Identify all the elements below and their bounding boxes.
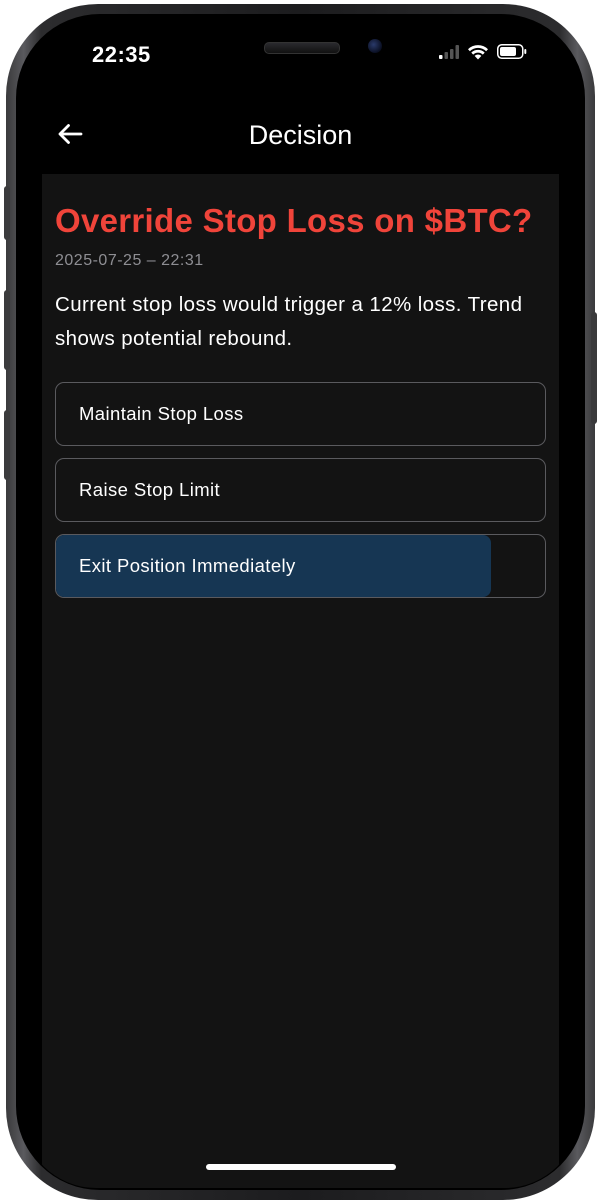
- home-indicator[interactable]: [206, 1164, 396, 1170]
- volume-down-button: [4, 410, 10, 480]
- decision-content: Override Stop Loss on $BTC? 2025-07-25 –…: [42, 174, 559, 1188]
- dynamic-island: [172, 30, 434, 74]
- option-raise-stop-limit[interactable]: Raise Stop Limit: [55, 458, 546, 522]
- option-exit-position-immediately[interactable]: Exit Position Immediately: [55, 534, 546, 598]
- status-bar: 22:35: [22, 18, 579, 98]
- power-button: [591, 312, 597, 424]
- cellular-signal-icon: [439, 44, 459, 64]
- decision-timestamp: 2025-07-25 – 22:31: [55, 252, 204, 269]
- option-label: Raise Stop Limit: [79, 479, 221, 500]
- decision-description: Current stop loss would trigger a 12% lo…: [55, 293, 523, 350]
- wifi-icon: [467, 44, 489, 65]
- option-label: Exit Position Immediately: [79, 555, 296, 576]
- front-camera: [368, 39, 382, 53]
- action-button: [4, 186, 10, 240]
- option-maintain-stop-loss[interactable]: Maintain Stop Loss: [55, 382, 546, 446]
- battery-icon: [497, 44, 527, 64]
- navigation-bar: Decision: [22, 98, 579, 174]
- option-list: Maintain Stop Loss Raise Stop Limit Exit…: [55, 382, 546, 598]
- volume-up-button: [4, 290, 10, 370]
- earpiece-speaker: [264, 42, 340, 54]
- decision-title: Override Stop Loss on $BTC?: [55, 202, 533, 239]
- option-label: Maintain Stop Loss: [79, 403, 244, 424]
- page-title: Decision: [248, 120, 353, 150]
- status-icons: [439, 44, 527, 64]
- phone-screen: 22:35 Decision Override Stop Loss on $BT…: [22, 18, 579, 1188]
- status-time: 22:35: [92, 42, 151, 67]
